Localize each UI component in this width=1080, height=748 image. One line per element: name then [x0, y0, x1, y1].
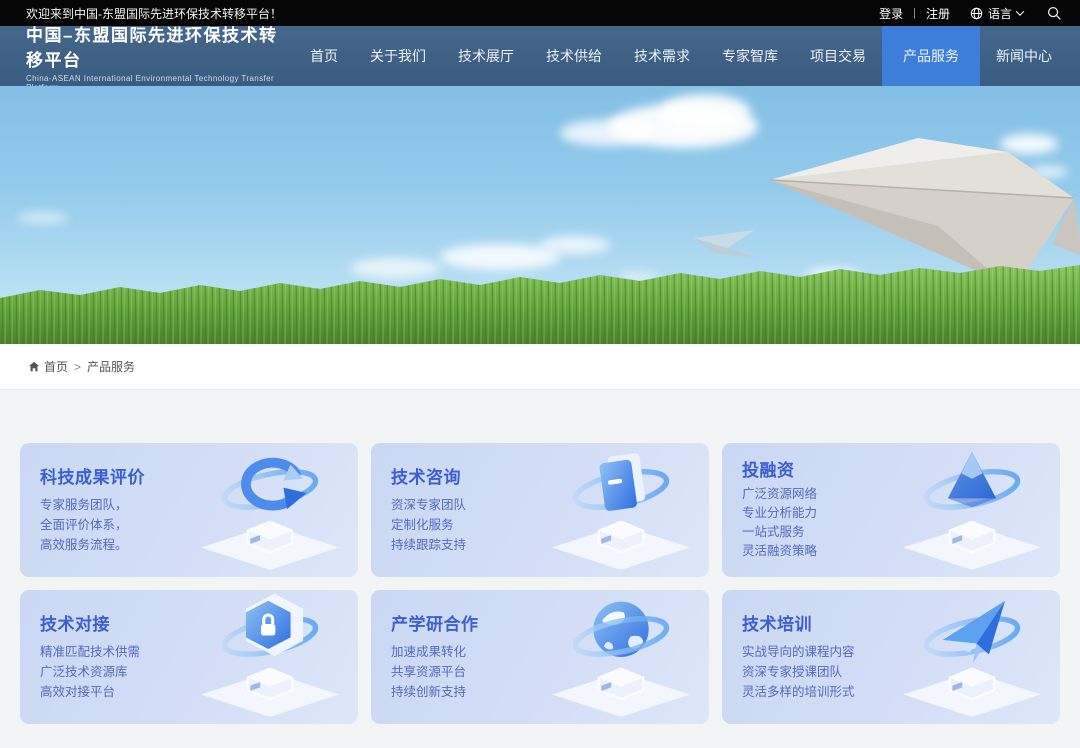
card-line: 加速成果转化	[391, 642, 479, 662]
shield-lock-3d-icon	[192, 590, 348, 724]
service-card-investment[interactable]: 投融资 广泛资源网络 专业分析能力 一站式服务 灵活融资策略	[722, 443, 1060, 577]
language-menu[interactable]: 语言	[970, 5, 1023, 22]
cycle-arrows-3d-icon	[192, 443, 348, 577]
search-button[interactable]	[1047, 6, 1062, 21]
nav-item-projects[interactable]: 项目交易	[794, 26, 882, 86]
login-link[interactable]: 登录	[879, 5, 903, 22]
cloud	[560, 120, 650, 146]
card-line: 资深专家授课团队	[742, 662, 855, 682]
cloud	[660, 94, 750, 128]
welcome-text: 欢迎来到中国-东盟国际先进环保技术转移平台！	[26, 5, 282, 22]
breadcrumb-bar: 首页 > 产品服务	[0, 344, 1080, 390]
chevron-down-icon	[1016, 7, 1024, 15]
logo-title: 中国–东盟国际先进环保技术转移平台	[26, 21, 294, 71]
nav-item-products-active[interactable]: 产品服务	[882, 26, 980, 86]
card-title: 产学研合作	[391, 610, 479, 635]
globe-icon	[970, 7, 983, 20]
topbar-separator: |	[913, 7, 916, 19]
card-line: 持续跟踪支持	[391, 535, 466, 555]
card-line: 专家服务团队，	[40, 495, 145, 515]
nav-menu: 首页 关于我们 技术展厅 技术供给 技术需求 专家智库 项目交易 产品服务 新闻…	[294, 26, 1068, 86]
card-line: 资深专家团队	[391, 495, 466, 515]
service-card-consulting[interactable]: 技术咨询 资深专家团队 定制化服务 持续跟踪支持	[371, 443, 709, 577]
main-nav: 中国–东盟国际先进环保技术转移平台 China-ASEAN Internatio…	[0, 26, 1080, 86]
globe-3d-icon	[543, 590, 699, 724]
language-label: 语言	[988, 5, 1012, 22]
site-logo[interactable]: 中国–东盟国际先进环保技术转移平台 China-ASEAN Internatio…	[26, 21, 294, 92]
card-title: 技术咨询	[391, 463, 466, 488]
paper-plane-3d-icon	[894, 590, 1050, 724]
card-line: 灵活融资策略	[742, 542, 817, 561]
card-title: 技术培训	[742, 610, 855, 635]
cloud	[540, 236, 610, 254]
card-line: 一站式服务	[742, 523, 817, 542]
register-link[interactable]: 注册	[926, 5, 950, 22]
nav-item-about[interactable]: 关于我们	[354, 26, 442, 86]
service-card-cooperation[interactable]: 产学研合作 加速成果转化 共享资源平台 持续创新支持	[371, 590, 709, 724]
cloud	[18, 212, 68, 224]
breadcrumb-current: 产品服务	[87, 358, 135, 375]
breadcrumb-separator: >	[74, 360, 81, 374]
search-icon	[1047, 6, 1062, 21]
card-title: 科技成果评价	[40, 463, 145, 488]
nav-item-home[interactable]: 首页	[294, 26, 354, 86]
card-line: 实战导向的课程内容	[742, 642, 855, 662]
book-3d-icon	[543, 443, 699, 577]
card-line: 共享资源平台	[391, 662, 479, 682]
nav-item-exhibit[interactable]: 技术展厅	[442, 26, 530, 86]
nav-item-supply[interactable]: 技术供给	[530, 26, 618, 86]
card-line: 持续创新支持	[391, 682, 479, 702]
home-icon	[28, 361, 40, 373]
breadcrumb-home[interactable]: 首页	[44, 358, 68, 375]
card-line: 广泛技术资源库	[40, 662, 140, 682]
small-paper-plane	[693, 228, 763, 260]
topbar-actions: 登录 | 注册 语言	[879, 5, 1062, 22]
card-title: 技术对接	[40, 610, 140, 635]
nav-item-demand[interactable]: 技术需求	[618, 26, 706, 86]
card-line: 专业分析能力	[742, 504, 817, 523]
card-line: 定制化服务	[391, 515, 466, 535]
pyramid-3d-icon	[894, 443, 1050, 577]
service-card-training[interactable]: 技术培训 实战导向的课程内容 资深专家授课团队 灵活多样的培训形式	[722, 590, 1060, 724]
card-title: 投融资	[742, 456, 817, 481]
service-card-matching[interactable]: 技术对接 精准匹配技术供需 广泛技术资源库 高效对接平台	[20, 590, 358, 724]
breadcrumb: 首页 > 产品服务	[28, 358, 135, 375]
service-card-grid: 科技成果评价 专家服务团队， 全面评价体系， 高效服务流程。	[20, 443, 1060, 724]
hero-banner	[0, 86, 1080, 344]
card-line: 高效对接平台	[40, 682, 140, 702]
card-line: 广泛资源网络	[742, 485, 817, 504]
card-line: 高效服务流程。	[40, 535, 145, 555]
service-card-evaluation[interactable]: 科技成果评价 专家服务团队， 全面评价体系， 高效服务流程。	[20, 443, 358, 577]
card-line: 精准匹配技术供需	[40, 642, 140, 662]
nav-item-experts[interactable]: 专家智库	[706, 26, 794, 86]
grass-field	[0, 262, 1080, 344]
nav-item-news[interactable]: 新闻中心	[980, 26, 1068, 86]
card-line: 全面评价体系，	[40, 515, 145, 535]
card-line: 灵活多样的培训形式	[742, 682, 855, 702]
products-section: 科技成果评价 专家服务团队， 全面评价体系， 高效服务流程。	[0, 390, 1080, 724]
